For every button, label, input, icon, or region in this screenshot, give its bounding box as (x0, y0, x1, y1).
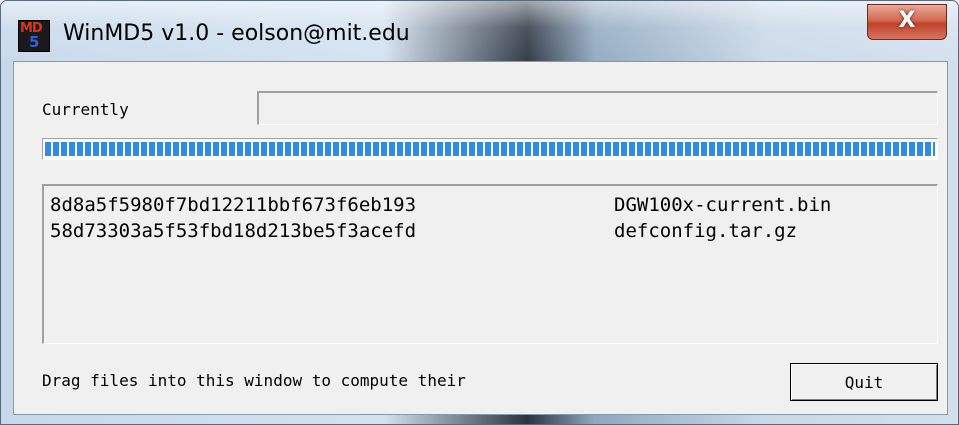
md5-app-icon[interactable]: MD 5 (18, 20, 50, 52)
currently-label: Currently (42, 100, 129, 119)
quit-button-label: Quit (844, 373, 884, 392)
file-name: DGW100x-current.bin (614, 194, 832, 216)
progress-fill (45, 142, 935, 156)
window-title: WinMD5 v1.0 - eolson@mit.edu (63, 21, 410, 46)
close-button[interactable]: X (867, 4, 947, 40)
file-name: defconfig.tar.gz (614, 220, 798, 242)
title-bar[interactable]: MD 5 WinMD5 v1.0 - eolson@mit.edu X (1, 1, 958, 61)
progress-bar (42, 138, 938, 160)
drag-hint-text: Drag files into this window to compute t… (42, 371, 466, 390)
results-list[interactable]: 8d8a5f5980f7bd12211bbf673f6eb193 DGW100x-… (42, 184, 938, 344)
md5-hash: 8d8a5f5980f7bd12211bbf673f6eb193 (50, 194, 417, 216)
client-area: Currently 8d8a5f5980f7bd12211bbf673f6eb1… (13, 61, 948, 415)
winmd5-window: MD 5 WinMD5 v1.0 - eolson@mit.edu X Curre… (0, 0, 959, 425)
close-icon: X (898, 8, 916, 33)
currently-field (257, 91, 938, 125)
quit-button[interactable]: Quit (790, 363, 938, 401)
md5-hash: 58d73303a5f53fbd18d213be5f3acefd (50, 220, 417, 242)
